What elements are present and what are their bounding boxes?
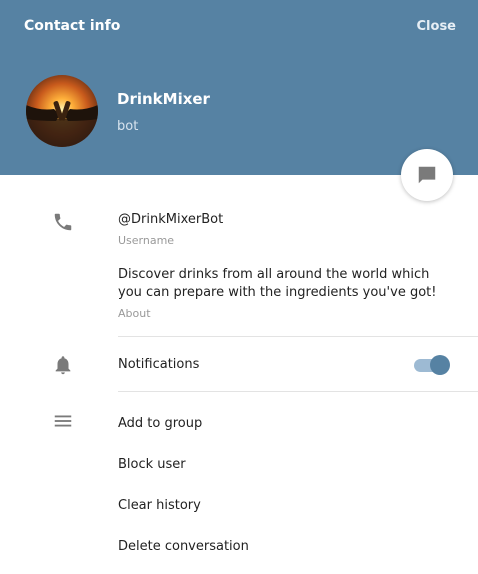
about-caption: About: [118, 307, 151, 320]
toggle-knob: [430, 355, 450, 375]
header-bar: Contact info Close DrinkMixer bot: [0, 0, 478, 175]
delete-conversation-button[interactable]: Delete conversation: [118, 539, 249, 554]
bell-icon: [52, 354, 74, 380]
add-to-group-button[interactable]: Add to group: [118, 416, 202, 431]
username-caption: Username: [118, 234, 175, 247]
username-value: @DrinkMixerBot: [118, 212, 224, 227]
notifications-label: Notifications: [118, 357, 200, 372]
divider: [118, 391, 478, 392]
clear-history-button[interactable]: Clear history: [118, 498, 201, 513]
avatar: [26, 75, 98, 147]
send-message-button[interactable]: [401, 149, 453, 201]
message-icon: [418, 166, 436, 184]
menu-icon: [52, 410, 74, 436]
about-value: Discover drinks from all around the worl…: [118, 267, 437, 300]
divider: [118, 336, 478, 337]
contact-name: DrinkMixer: [117, 90, 210, 108]
panel-title: Contact info: [24, 18, 121, 34]
phone-icon: [52, 211, 74, 237]
avatar-image: [26, 75, 98, 147]
notifications-toggle[interactable]: [414, 355, 450, 375]
close-button[interactable]: Close: [417, 19, 456, 34]
contact-status: bot: [117, 119, 139, 134]
block-user-button[interactable]: Block user: [118, 457, 186, 472]
